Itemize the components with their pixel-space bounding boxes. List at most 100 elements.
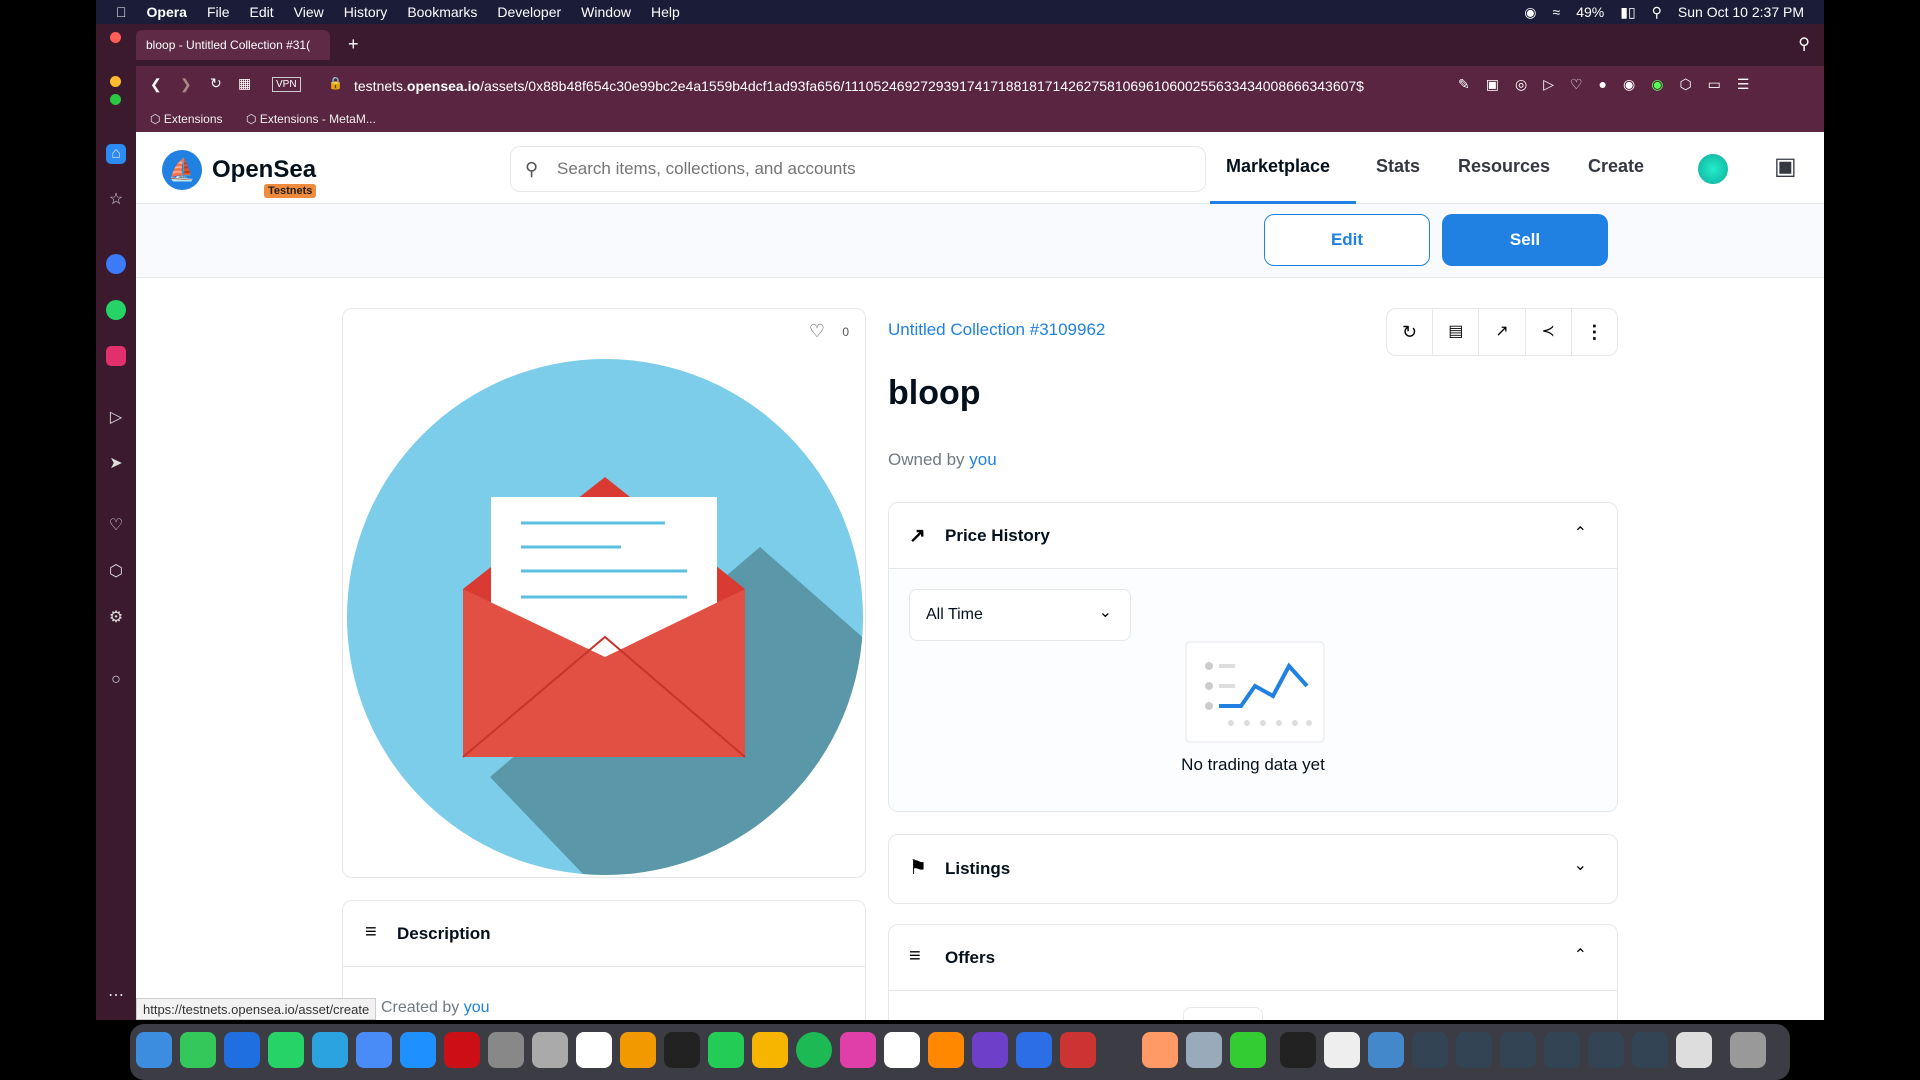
settings-icon[interactable]: ⚙ [106, 608, 126, 628]
zoom-window-icon[interactable] [110, 94, 121, 105]
minimized-window-3[interactable] [1500, 1032, 1536, 1068]
nav-stats[interactable]: Stats [1376, 156, 1420, 177]
chevron-up-icon[interactable]: ⌃ [1574, 523, 1587, 543]
search-bar[interactable]: ⚲ [510, 146, 1206, 192]
menu-history[interactable]: History [344, 4, 388, 20]
menu-file[interactable]: File [207, 4, 230, 20]
whatsapp-dock-icon[interactable] [268, 1032, 304, 1068]
more-icon[interactable]: ⋯ [106, 986, 126, 1006]
wallet-icon[interactable]: ▣ [1774, 152, 1797, 181]
play-icon[interactable]: ▷ [1543, 76, 1554, 93]
bookmark-heart-icon[interactable]: ♡ [1570, 76, 1583, 93]
star-icon[interactable]: ☆ [106, 190, 126, 210]
menu-developer[interactable]: Developer [497, 4, 561, 20]
share-icon[interactable]: ≺ [1526, 309, 1572, 355]
menu-view[interactable]: View [294, 4, 324, 20]
spotify-icon[interactable] [796, 1032, 832, 1068]
owner-link[interactable]: you [969, 450, 996, 469]
finder-icon[interactable] [136, 1032, 172, 1068]
whatsapp-icon[interactable] [106, 300, 126, 320]
iterm-icon[interactable] [708, 1032, 744, 1068]
envelope-illustration[interactable] [345, 357, 865, 877]
bookmark-extensions[interactable]: ⬡ Extensions [150, 112, 223, 126]
spotlight-icon[interactable]: ⚲ [1652, 4, 1662, 21]
opensea-logo-icon[interactable]: ⛵ [162, 150, 202, 190]
instagram-icon[interactable] [106, 346, 126, 366]
offers-header[interactable]: ≡ Offers ⌃ [889, 925, 1617, 991]
search-input[interactable] [557, 157, 1177, 181]
zoom-icon[interactable] [224, 1032, 260, 1068]
minimized-window-6[interactable] [1632, 1032, 1668, 1068]
favorite-heart-icon[interactable]: ♡ [809, 321, 825, 342]
vlc-icon[interactable] [928, 1032, 964, 1068]
messages-icon[interactable] [180, 1032, 216, 1068]
listings-panel[interactable]: ⚑ Listings ⌄ [888, 834, 1618, 904]
creator-link[interactable]: you [464, 999, 490, 1016]
tiles-icon[interactable]: ▦ [238, 75, 251, 92]
new-tab-icon[interactable]: + [348, 34, 359, 55]
affinity-icon[interactable] [840, 1032, 876, 1068]
github-desktop-icon[interactable] [972, 1032, 1008, 1068]
forward-icon[interactable]: ❯ [180, 76, 192, 93]
minimize-window-icon[interactable] [110, 76, 121, 87]
camera-icon[interactable]: ▣ [1486, 76, 1499, 93]
offers-chevron-up-icon[interactable]: ⌃ [1574, 945, 1587, 965]
grid-window-icon[interactable] [1368, 1032, 1404, 1068]
nav-create[interactable]: Create [1588, 156, 1644, 177]
listings-chevron-down-icon[interactable]: ⌄ [1574, 855, 1587, 875]
console-icon[interactable] [1280, 1032, 1316, 1068]
sketch-icon[interactable] [752, 1032, 788, 1068]
collection-link[interactable]: Untitled Collection #3109962 [888, 320, 1105, 340]
edit-icon[interactable]: ✎ [1458, 76, 1470, 93]
home-icon[interactable]: ⌂ [106, 144, 126, 164]
time-filter-select[interactable]: All Time ⌄ [909, 589, 1131, 641]
preview-icon[interactable] [532, 1032, 568, 1068]
profile-avatar[interactable] [1698, 154, 1728, 184]
sell-button[interactable]: Sell [1442, 214, 1608, 266]
reload-icon[interactable]: ↻ [210, 75, 222, 92]
pencil-app-icon[interactable] [1142, 1032, 1178, 1068]
battery-icon[interactable]: ▮▯ [1620, 4, 1635, 21]
description-header[interactable]: ≡ Description [343, 901, 865, 967]
active-tab[interactable]: bloop - Untitled Collection #31( [136, 30, 330, 60]
url-field[interactable]: testnets.opensea.io/assets/0x88b48f654c3… [354, 78, 1444, 94]
heart-icon[interactable]: ♡ [106, 516, 126, 536]
facetime-icon[interactable] [1230, 1032, 1266, 1068]
nav-marketplace[interactable]: Marketplace [1210, 132, 1356, 204]
notion-icon[interactable] [884, 1032, 920, 1068]
record-icon[interactable]: ◉ [1524, 4, 1536, 21]
apple-icon[interactable]:  [116, 4, 127, 20]
sublime-icon[interactable] [620, 1032, 656, 1068]
safari-icon[interactable] [400, 1032, 436, 1068]
price-history-header[interactable]: ↗ Price History ⌃ [889, 503, 1617, 569]
metamask-icon[interactable]: ● [1599, 76, 1607, 93]
menu-bookmarks[interactable]: Bookmarks [407, 4, 477, 20]
menu-window[interactable]: Window [581, 4, 631, 20]
extension-green-icon[interactable]: ◉ [1651, 76, 1663, 93]
close-window-icon[interactable] [110, 32, 121, 43]
edit-button[interactable]: Edit [1264, 214, 1430, 266]
tab-search-icon[interactable]: ⚲ [1798, 34, 1810, 54]
shield-icon[interactable]: ◎ [1515, 76, 1527, 93]
terminal-icon[interactable] [664, 1032, 700, 1068]
vi-icon[interactable] [1060, 1032, 1096, 1068]
minimized-window-7[interactable] [1676, 1032, 1712, 1068]
battery-percent[interactable]: 49% [1576, 4, 1604, 20]
bookmark-metamask[interactable]: ⬡ Extensions - MetaM... [246, 112, 376, 126]
more-options-icon[interactable]: ⋮ [1572, 309, 1617, 355]
box-icon[interactable]: ⬡ [106, 562, 126, 582]
back-icon[interactable]: ❮ [150, 76, 162, 93]
external-link-icon[interactable]: ↗ [1479, 309, 1526, 355]
logo-text[interactable]: OpenSea [212, 156, 316, 184]
clock[interactable]: Sun Oct 10 2:37 PM [1678, 4, 1804, 20]
telegram-icon[interactable] [312, 1032, 348, 1068]
nav-resources[interactable]: Resources [1458, 156, 1550, 177]
trash-icon[interactable] [1730, 1032, 1766, 1068]
vpn-badge[interactable]: VPN [272, 77, 301, 92]
refresh-icon[interactable]: ↻ [1387, 309, 1434, 355]
easy-setup-icon[interactable]: ☰ [1737, 76, 1750, 93]
minimized-window-5[interactable] [1588, 1032, 1624, 1068]
flipboard-icon[interactable] [1016, 1032, 1052, 1068]
slack-icon[interactable] [576, 1032, 612, 1068]
lightbulb-icon[interactable]: ○ [106, 670, 126, 690]
